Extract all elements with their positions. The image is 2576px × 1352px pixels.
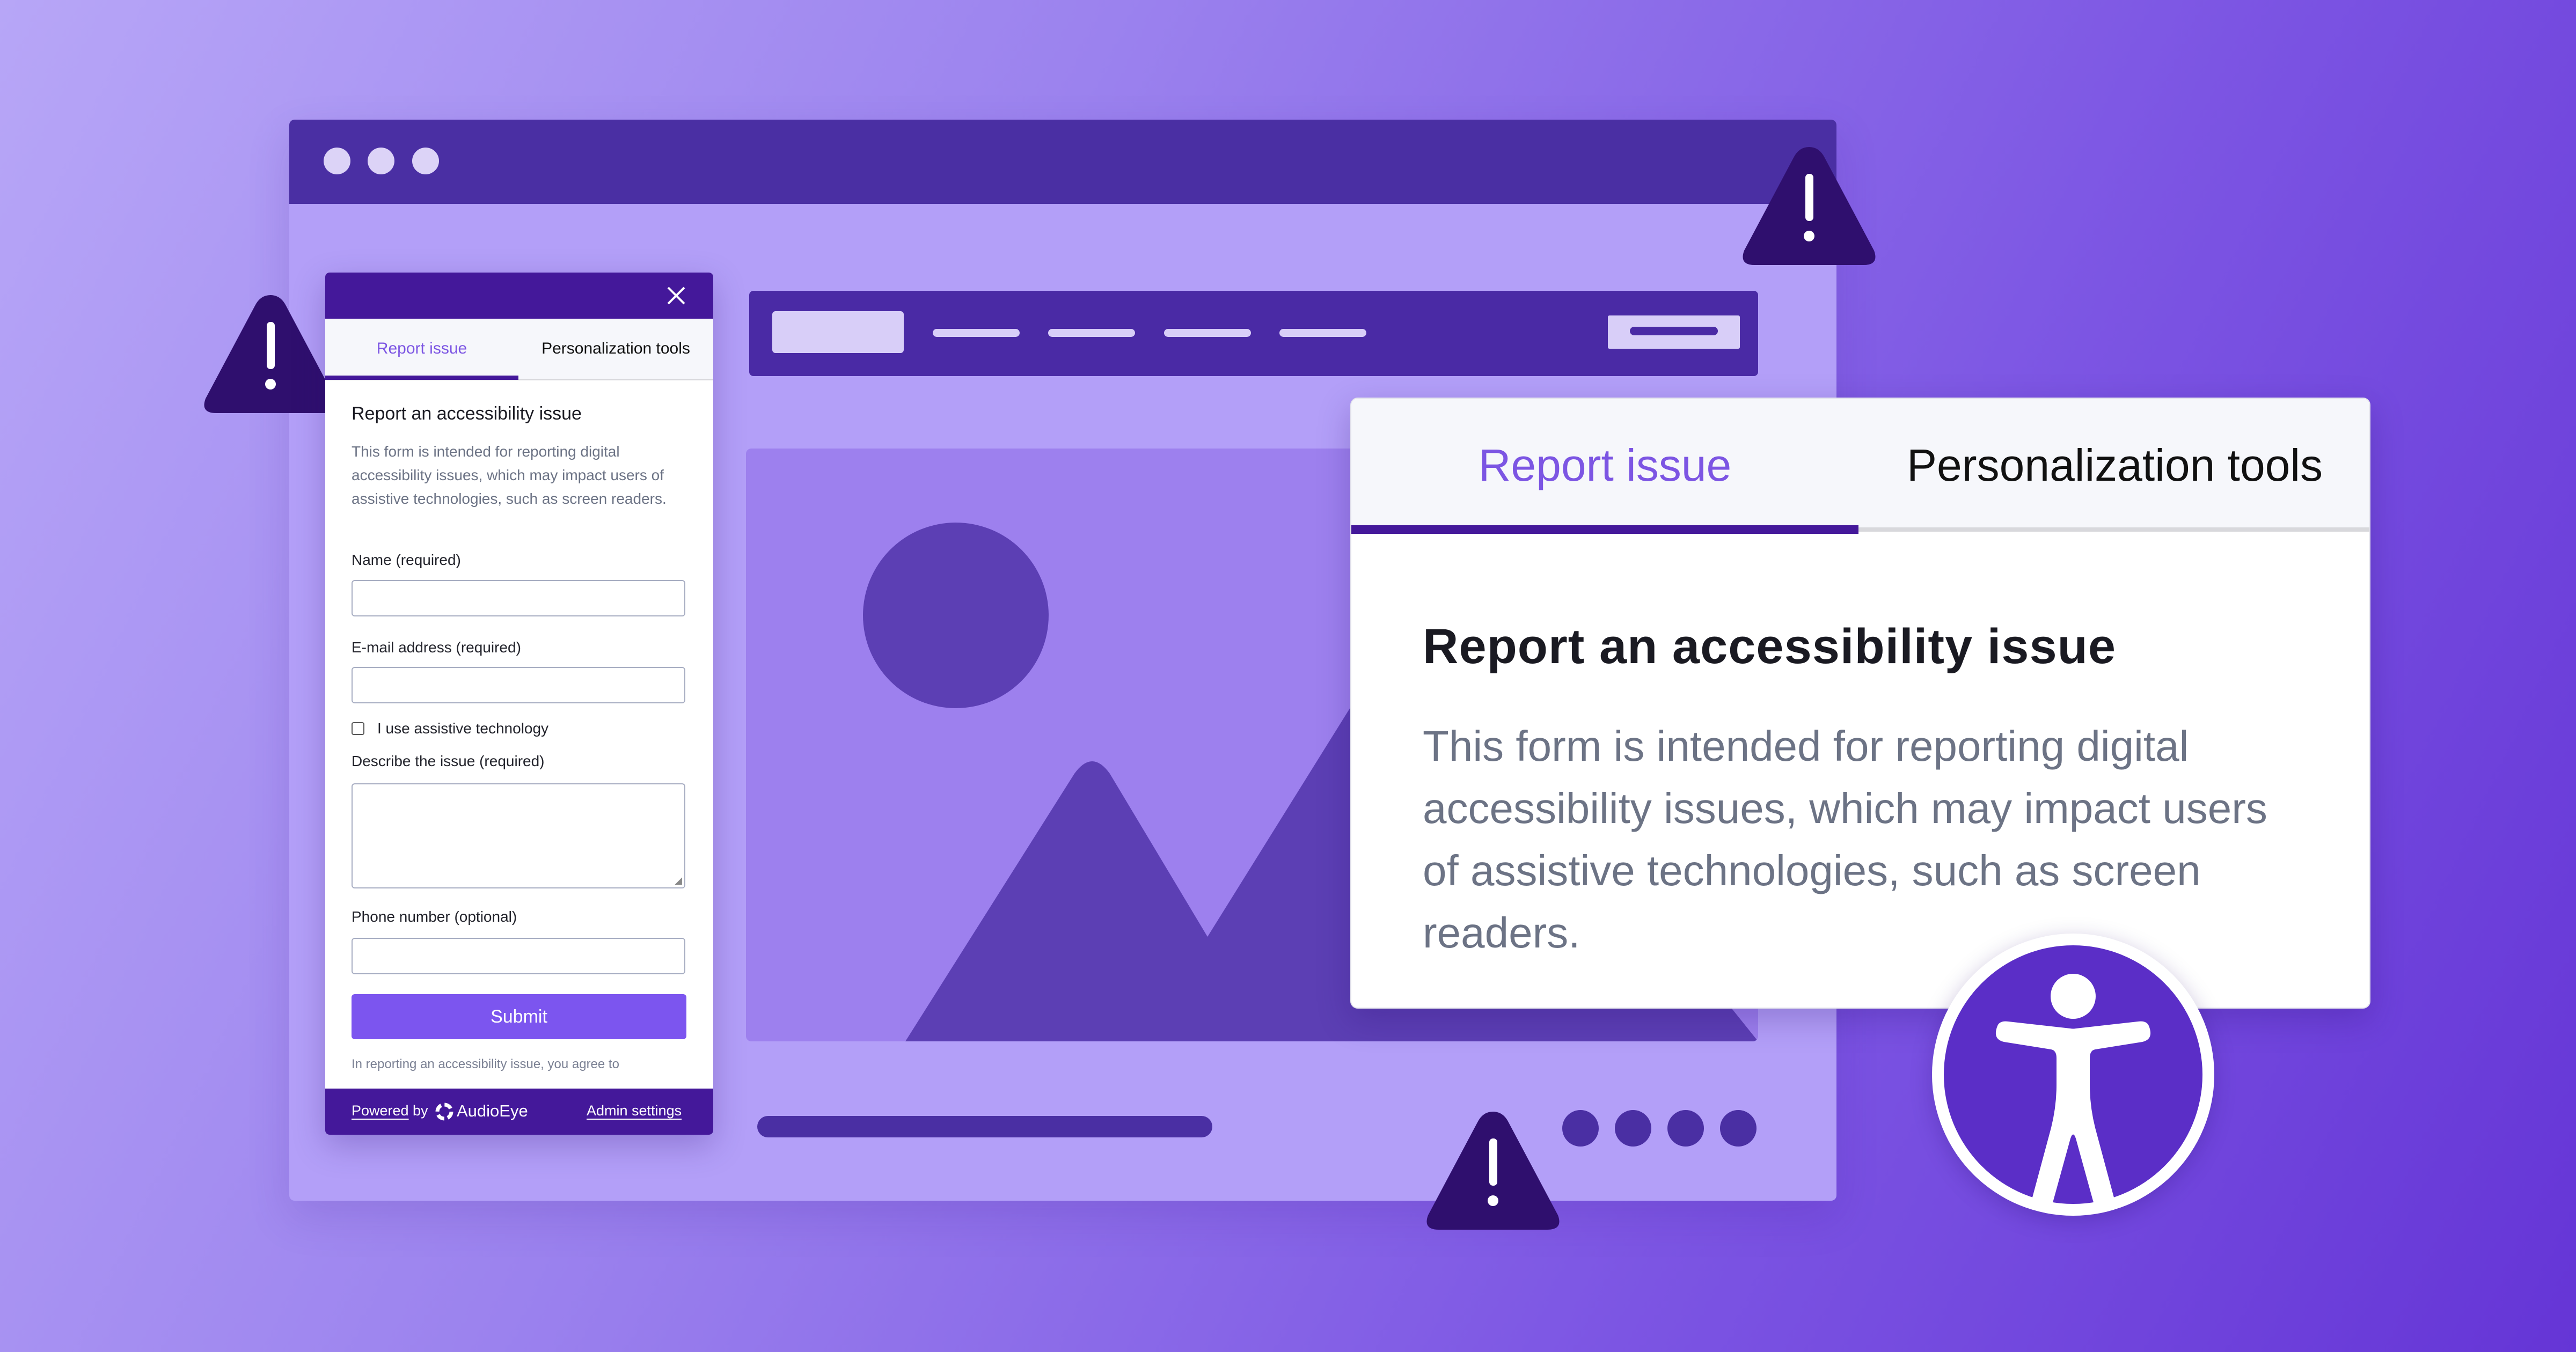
- widget-header: [325, 273, 713, 319]
- nav-link-placeholder[interactable]: [1164, 329, 1251, 337]
- accessibility-widget-panel: Report issue Personalization tools Repor…: [325, 273, 713, 1135]
- admin-settings-link[interactable]: Admin settings: [587, 1103, 682, 1119]
- card-tab-report-issue[interactable]: Report issue: [1351, 399, 1858, 532]
- audioeye-brand: AudioEye: [457, 1101, 528, 1120]
- widget-footer: Powered by AudioEye Admin settings: [325, 1089, 713, 1135]
- nav-link-placeholder[interactable]: [1048, 329, 1135, 337]
- audioeye-logo-icon: [435, 1103, 453, 1121]
- browser-titlebar: [289, 120, 1836, 204]
- close-button[interactable]: [664, 283, 689, 308]
- agreement-text: In reporting an accessibility issue, you…: [352, 1057, 619, 1071]
- widget-tabs: Report issue Personalization tools: [325, 319, 713, 380]
- card-description: This form is intended for reporting digi…: [1423, 722, 2267, 957]
- card-title: Report an accessibility issue: [1423, 619, 2116, 674]
- nav-button-label-placeholder: [1630, 327, 1718, 335]
- content-bar-placeholder: [757, 1116, 1212, 1137]
- warning-icon: [1426, 1112, 1560, 1230]
- card-active-tab-indicator: [1351, 525, 1858, 534]
- by-text: by: [413, 1103, 428, 1119]
- phone-input[interactable]: [352, 938, 685, 974]
- tab-report-issue[interactable]: Report issue: [325, 319, 518, 379]
- email-label: E-mail address (required): [352, 639, 521, 656]
- powered-link[interactable]: Powered: [352, 1103, 409, 1119]
- active-tab-indicator: [325, 376, 518, 380]
- pagination-dot[interactable]: [1615, 1110, 1651, 1147]
- pagination-dot[interactable]: [1667, 1110, 1704, 1147]
- phone-label: Phone number (optional): [352, 908, 517, 925]
- name-label: Name (required): [352, 552, 461, 568]
- form-description: This form is intended for reporting digi…: [352, 443, 667, 507]
- close-icon: [667, 286, 685, 305]
- name-input[interactable]: [352, 580, 685, 616]
- site-navbar: [749, 291, 1758, 376]
- issue-textarea[interactable]: ◢: [352, 783, 685, 888]
- card-tabs: Report issue Personalization tools: [1351, 399, 2369, 534]
- accessibility-button[interactable]: [1932, 934, 2214, 1216]
- nav-link-placeholder[interactable]: [1279, 329, 1366, 337]
- sun-shape: [863, 523, 1049, 708]
- assistive-technology-checkbox[interactable]: [352, 722, 364, 735]
- pagination-dot[interactable]: [1720, 1110, 1757, 1147]
- email-input[interactable]: [352, 667, 685, 703]
- pagination-dot[interactable]: [1562, 1110, 1599, 1147]
- warning-icon: [204, 295, 337, 413]
- window-dot-close[interactable]: [324, 148, 350, 174]
- tab-personalization-tools[interactable]: Personalization tools: [518, 319, 713, 379]
- form-title: Report an accessibility issue: [352, 403, 582, 424]
- window-dot-minimize[interactable]: [368, 148, 394, 174]
- assistive-technology-label: I use assistive technology: [377, 720, 549, 737]
- resize-handle-icon[interactable]: ◢: [675, 875, 682, 886]
- accessibility-icon: [1995, 974, 2151, 1210]
- nav-link-placeholder[interactable]: [933, 329, 1020, 337]
- issue-label: Describe the issue (required): [352, 753, 545, 769]
- window-dot-maximize[interactable]: [412, 148, 439, 174]
- card-tab-personalization-tools[interactable]: Personalization tools: [1858, 399, 2369, 532]
- warning-icon: [1743, 147, 1876, 265]
- site-logo-placeholder[interactable]: [772, 311, 904, 353]
- magnified-form-card: Report issue Personalization tools Repor…: [1350, 398, 2370, 1009]
- accessibility-badge: [1944, 945, 2202, 1210]
- submit-button[interactable]: Submit: [352, 994, 686, 1039]
- nav-button-placeholder[interactable]: [1608, 315, 1740, 349]
